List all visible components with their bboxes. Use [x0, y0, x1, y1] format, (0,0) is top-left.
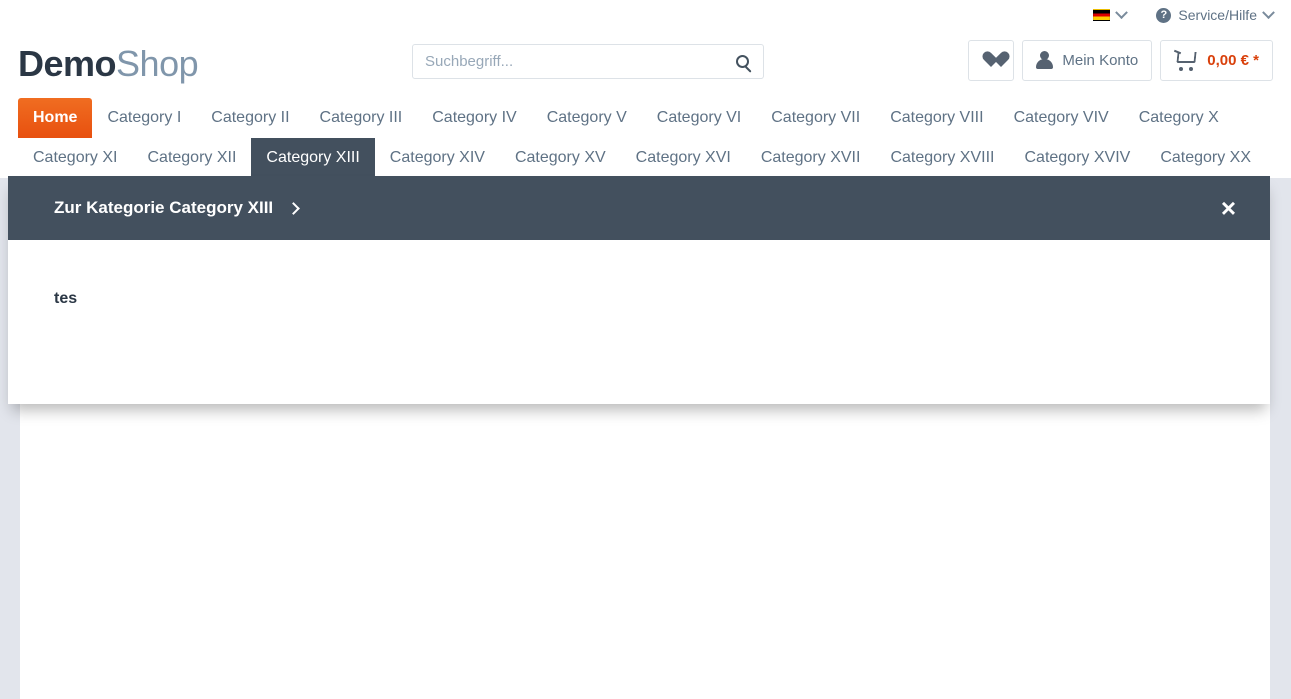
nav-item-category-vii[interactable]: Category VII — [756, 98, 875, 138]
flyout-header: Zur Kategorie Category XIII × — [8, 176, 1270, 240]
service-help-menu[interactable]: ? Service/Hilfe — [1156, 5, 1275, 23]
heart-icon — [982, 52, 1001, 69]
wishlist-button[interactable] — [968, 40, 1015, 81]
site-header: DemoShop Mein Konto 0,00 € * — [0, 30, 1291, 98]
nav-item-category-xx[interactable]: Category XX — [1145, 138, 1266, 178]
nav-item-category-i[interactable]: Category I — [92, 98, 196, 138]
site-logo[interactable]: DemoShop — [18, 43, 199, 84]
my-account-button[interactable]: Mein Konto — [1022, 40, 1153, 81]
nav-item-category-xviii[interactable]: Category XVIII — [875, 138, 1009, 178]
flyout-category-link[interactable]: Zur Kategorie Category XIII — [54, 198, 301, 218]
german-flag-icon — [1093, 9, 1111, 21]
category-flyout-panel: Zur Kategorie Category XIII × tes — [8, 176, 1270, 404]
nav-item-category-iii[interactable]: Category III — [305, 98, 418, 138]
nav-row-2: Category XI Category XII Category XIII C… — [18, 138, 1273, 178]
nav-item-category-v[interactable]: Category V — [532, 98, 642, 138]
nav-item-category-xi[interactable]: Category XI — [18, 138, 132, 178]
nav-item-category-xiv[interactable]: Category XIV — [375, 138, 500, 178]
header-actions: Mein Konto 0,00 € * — [968, 40, 1273, 81]
nav-row-1: Home Category I Category II Category III… — [18, 98, 1273, 138]
search-submit-button[interactable] — [720, 44, 764, 79]
person-icon — [1036, 51, 1054, 70]
flyout-subcategory-item[interactable]: tes — [54, 290, 1224, 308]
top-utility-bar: ? Service/Hilfe — [0, 0, 1291, 30]
cart-icon — [1174, 49, 1198, 71]
nav-item-category-viv[interactable]: Category VIV — [999, 98, 1124, 138]
nav-item-category-xiii[interactable]: Category XIII — [251, 138, 375, 178]
main-navigation: Home Category I Category II Category III… — [0, 98, 1291, 178]
flyout-category-label: Zur Kategorie Category XIII — [54, 198, 274, 217]
service-help-label: Service/Hilfe — [1178, 7, 1257, 23]
chevron-down-icon — [1262, 5, 1275, 19]
search-icon — [735, 55, 749, 68]
logo-part-demo: Demo — [18, 43, 117, 84]
page-gutter-right — [1270, 176, 1291, 699]
nav-item-home[interactable]: Home — [18, 98, 93, 138]
chevron-down-icon — [1115, 5, 1129, 19]
nav-item-category-xvi[interactable]: Category XVI — [621, 138, 746, 178]
nav-item-category-xv[interactable]: Category XV — [500, 138, 621, 178]
cart-total-amount: 0,00 € * — [1207, 52, 1259, 69]
search-form — [412, 44, 764, 79]
page-root: ? Service/Hilfe DemoShop Mein Konto — [0, 0, 1291, 699]
nav-item-category-xii[interactable]: Category XII — [132, 138, 251, 178]
search-input[interactable] — [412, 44, 764, 79]
close-icon[interactable]: × — [1221, 195, 1236, 221]
nav-item-category-vi[interactable]: Category VI — [642, 98, 756, 138]
nav-item-category-xvii[interactable]: Category XVII — [746, 138, 876, 178]
flyout-body: tes — [8, 240, 1270, 404]
language-selector[interactable] — [1093, 5, 1129, 21]
nav-item-category-ii[interactable]: Category II — [196, 98, 304, 138]
my-account-label: Mein Konto — [1062, 52, 1139, 69]
logo-part-shop: Shop — [116, 43, 199, 84]
nav-item-category-xviv[interactable]: Category XVIV — [1009, 138, 1145, 178]
question-mark-icon: ? — [1156, 7, 1172, 23]
cart-button[interactable]: 0,00 € * — [1160, 40, 1273, 81]
nav-item-category-viii[interactable]: Category VIII — [875, 98, 998, 138]
nav-item-category-iv[interactable]: Category IV — [417, 98, 531, 138]
nav-item-category-x[interactable]: Category X — [1124, 98, 1234, 138]
chevron-right-icon — [287, 201, 301, 215]
